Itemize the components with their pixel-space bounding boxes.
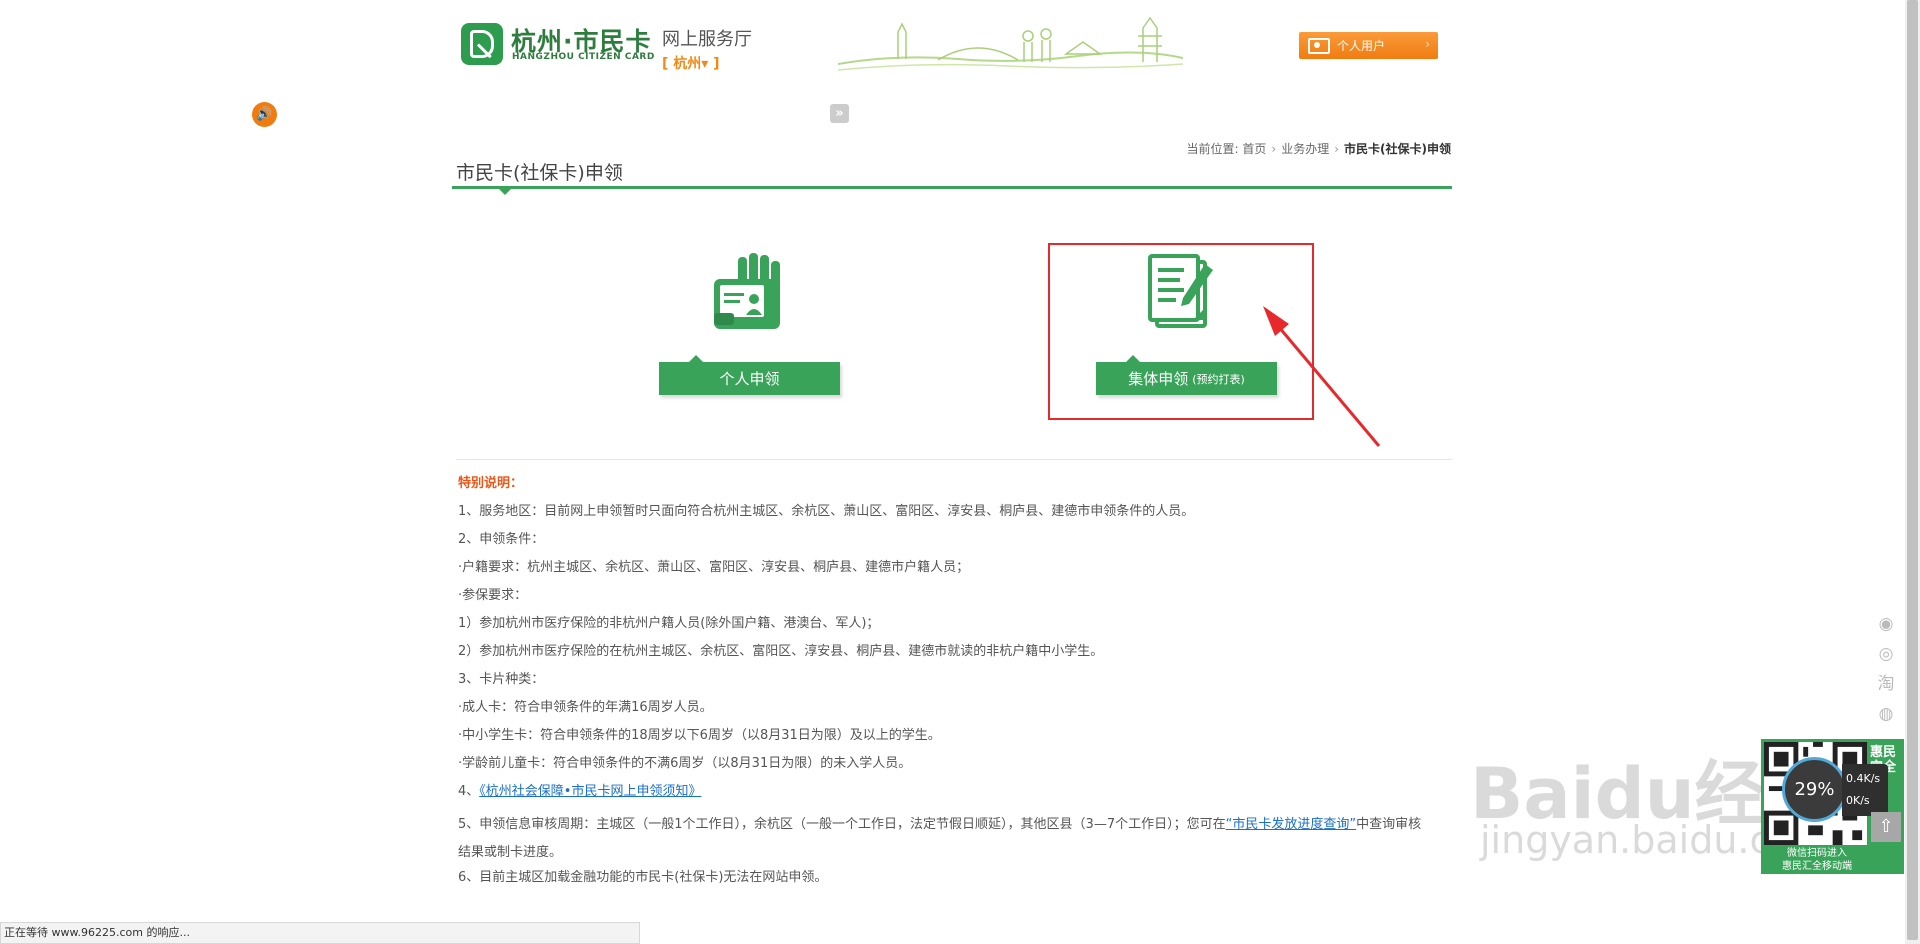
scrollbar-thumb[interactable] <box>1907 0 1918 940</box>
notes-line-5-prefix: 5、申领信息审核周期：主城区（一般1个工作日），余杭区（一般一个工作日，法定节假… <box>458 817 1226 832</box>
logo-icon[interactable] <box>461 23 503 65</box>
arrow-up-icon[interactable]: ⇧ <box>1871 812 1901 842</box>
notes-section: 特别说明： 1、服务地区：目前网上申领暂时只面向符合杭州主城区、余杭区、萧山区、… <box>458 475 1458 897</box>
card-progress-query-link[interactable]: “市民卡发放进度查询” <box>1226 817 1356 832</box>
breadcrumb-separator: › <box>1334 142 1340 156</box>
breadcrumb-label: 当前位置: <box>1186 142 1239 156</box>
notes-line-5: 5、申领信息审核周期：主城区（一般1个工作日），余杭区（一般一个工作日，法定节假… <box>458 811 1433 867</box>
hand-id-card-icon[interactable] <box>712 253 782 333</box>
chevron-right-icon: › <box>1425 37 1430 51</box>
notes-line: 1）参加杭州市医疗保险的非杭州户籍人员(除外国户籍、港澳台、军人)； <box>458 616 880 631</box>
breadcrumb: 当前位置: 首页 › 业务办理 › 市民卡(社保卡)申领 <box>1186 140 1451 157</box>
notes-heading: 特别说明： <box>458 476 524 491</box>
upload-speed: 0.4K/s <box>1846 772 1881 785</box>
notes-line: 2、申领条件： <box>458 532 545 547</box>
city-select[interactable]: [ 杭州▾ ] <box>662 53 720 73</box>
page-title: 市民卡(社保卡)申领 <box>456 162 623 184</box>
application-notice-link[interactable]: 《杭州社会保障•市民卡网上申领须知》 <box>479 784 701 799</box>
browser-status-bar: 正在等待 www.96225.com 的响应... <box>0 922 640 944</box>
annotation-arrow-icon <box>1263 306 1381 447</box>
taobao-icon[interactable]: 淘 <box>1874 672 1898 696</box>
personal-apply-button[interactable]: 个人申领 <box>659 355 840 395</box>
share-rail: ◉ ◎ 淘 ◍ <box>1868 612 1904 732</box>
qq-icon[interactable]: ◎ <box>1874 642 1898 666</box>
title-divider <box>452 186 1452 189</box>
logo-text-en: HANGZHOU CITIZEN CARD <box>512 52 655 62</box>
network-speed-widget[interactable]: 29% <box>1782 757 1847 822</box>
notes-line: ·中小学生卡：符合申领条件的18周岁以下6周岁（以8月31日为限）及以上的学生。 <box>458 728 941 743</box>
double-chevron-right-icon[interactable]: » <box>830 104 849 123</box>
weibo-icon[interactable]: ◉ <box>1874 612 1898 636</box>
city-skyline-illustration <box>838 16 1183 71</box>
notes-line: 3、卡片种类： <box>458 672 545 687</box>
notes-line: ·参保要求： <box>458 588 528 603</box>
notes-line: 1、服务地区：目前网上申领暂时只面向符合杭州主城区、余杭区、萧山区、富阳区、淳安… <box>458 504 1195 519</box>
id-card-icon <box>1308 37 1330 54</box>
download-speed: 0K/s <box>1846 794 1870 807</box>
section-divider <box>456 459 1452 460</box>
breadcrumb-current: 市民卡(社保卡)申领 <box>1344 142 1451 156</box>
notes-line-4-prefix: 4、 <box>458 784 480 799</box>
personal-user-label: 个人用户 <box>1337 39 1386 53</box>
breadcrumb-separator: › <box>1271 142 1277 156</box>
personal-apply-label: 个人申领 <box>719 370 780 388</box>
notes-line: ·成人卡：符合申领条件的年满16周岁人员。 <box>458 700 713 715</box>
breadcrumb-item-home[interactable]: 首页 <box>1242 142 1266 156</box>
qr-caption: 微信扫码进入 惠民汇全移动端 <box>1782 848 1852 872</box>
speaker-icon[interactable]: 🔊 <box>252 102 277 127</box>
notes-line: ·学龄前儿童卡：符合申领条件的不满6周岁（以8月31日为限）的未入学人员。 <box>458 756 912 771</box>
wechat-icon[interactable]: ◍ <box>1874 702 1898 726</box>
breadcrumb-item-business[interactable]: 业务办理 <box>1281 142 1329 156</box>
network-speed-readout: 0.4K/s 0K/s <box>1842 764 1888 816</box>
notes-line: 2）参加杭州市医疗保险的在杭州主城区、余杭区、富阳区、淳安县、桐庐县、建德市就读… <box>458 644 1104 659</box>
personal-user-button[interactable]: 个人用户 › <box>1299 32 1438 59</box>
hall-title: 网上服务厅 <box>662 29 752 50</box>
title-caret-icon <box>499 189 511 195</box>
notes-line: ·户籍要求：杭州主城区、余杭区、萧山区、富阳区、淳安县、桐庐县、建德市户籍人员； <box>458 560 970 575</box>
notes-line-6: 6、目前主城区加载金融功能的市民卡(社保卡)无法在网站申领。 <box>458 870 828 885</box>
notes-line-4: 4、《杭州社会保障•市民卡网上申领须知》 <box>458 783 1458 811</box>
